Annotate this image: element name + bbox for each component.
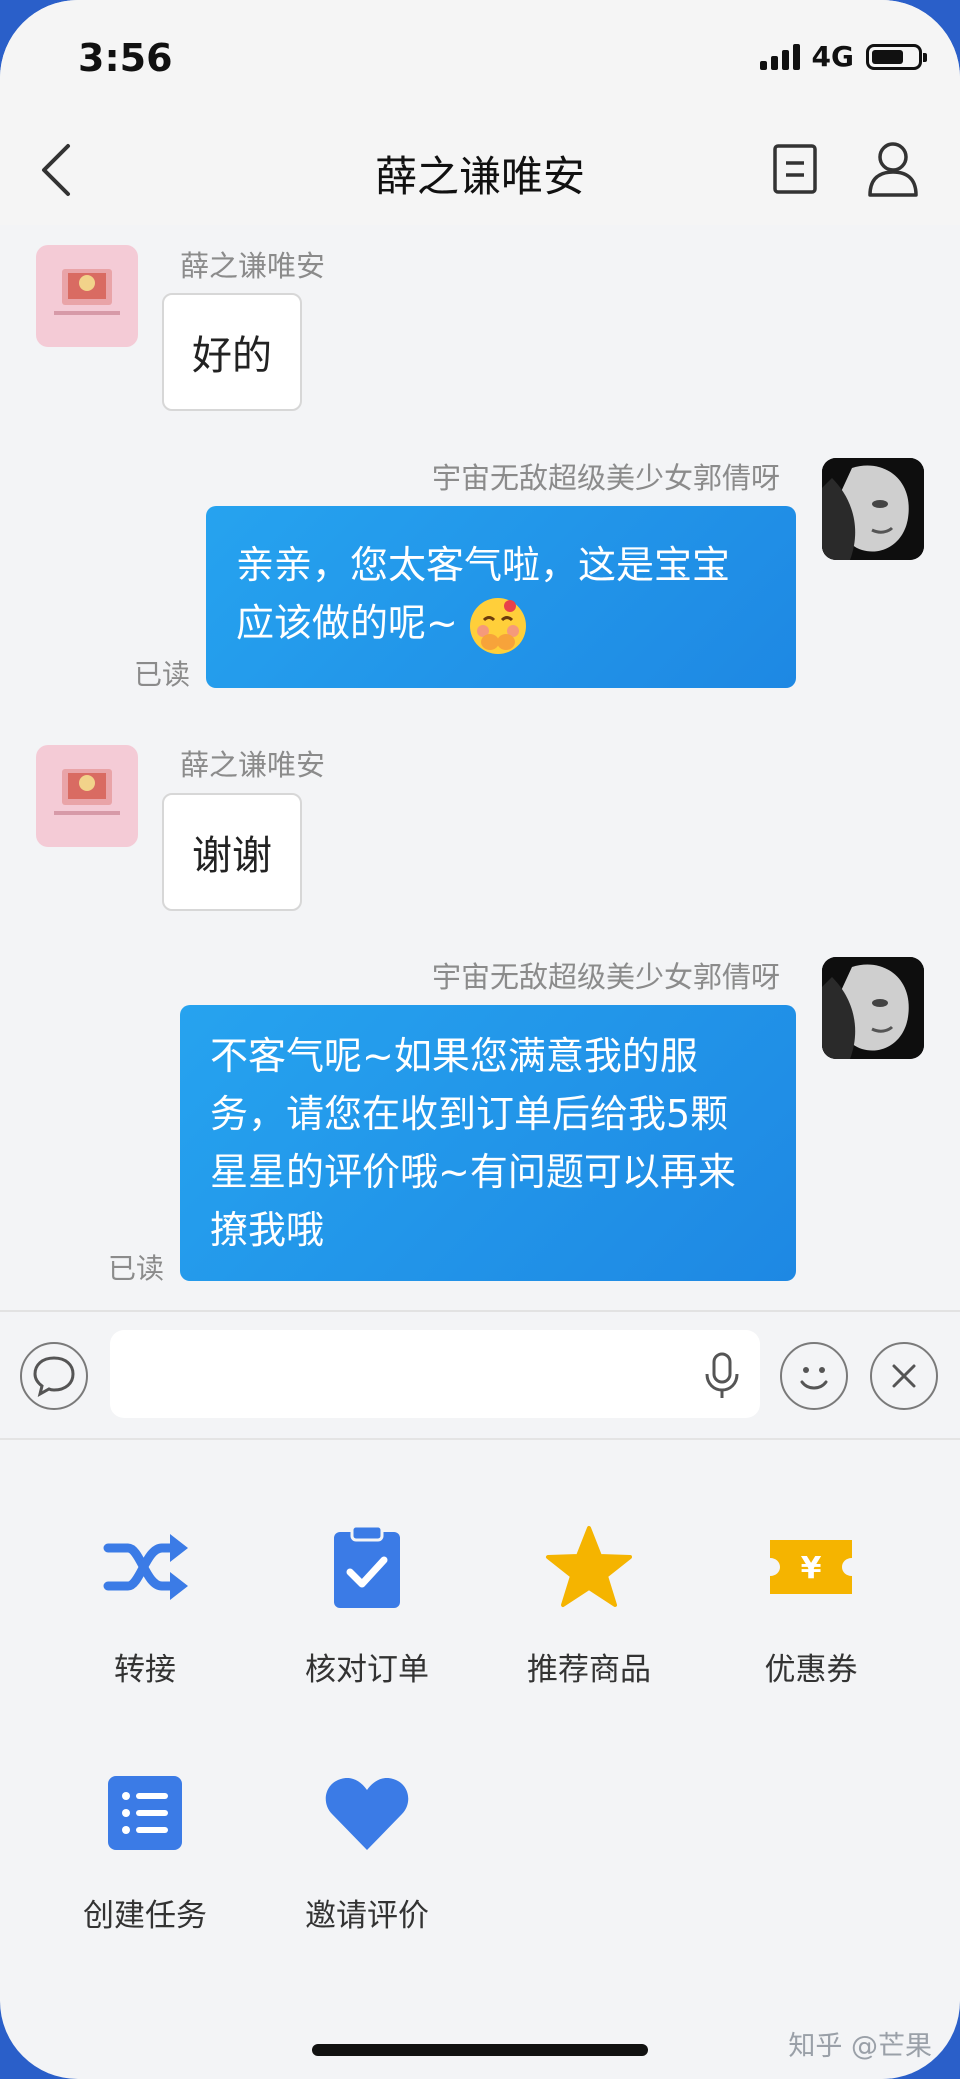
battery-fill — [872, 49, 903, 64]
tool-label: 邀请评价 — [305, 1898, 429, 1934]
user-profile-icon[interactable] — [866, 140, 920, 198]
transfer-icon — [103, 1534, 188, 1600]
incoming-message[interactable]: 好的 — [162, 293, 302, 411]
tool-label: 核对订单 — [305, 1652, 429, 1688]
home-indicator[interactable] — [312, 2044, 648, 2056]
status-icons: 4G — [759, 40, 927, 73]
tool-label: 转接 — [114, 1652, 176, 1688]
tool-recommend-product[interactable]: 推荐商品 — [489, 1522, 689, 1689]
agent-avatar[interactable] — [822, 458, 924, 560]
close-icon — [892, 1364, 916, 1388]
read-status: 已读 — [108, 1252, 165, 1285]
outgoing-message[interactable]: 不客气呢~如果您满意我的服务，请您在收到订单后给我5颗星星的评价哦~有问题可以再… — [180, 1005, 796, 1281]
heart-icon — [325, 1778, 409, 1850]
tool-label: 推荐商品 — [527, 1652, 651, 1688]
order-document-icon[interactable] — [772, 143, 818, 195]
sender-name: 薛之谦唯安 — [180, 249, 326, 283]
tool-check-order[interactable]: 核对订单 — [267, 1522, 467, 1689]
tool-label: 优惠券 — [764, 1652, 858, 1688]
panel-divider — [0, 1438, 960, 1440]
customer-avatar[interactable] — [36, 745, 138, 847]
coupon-icon: ¥ — [770, 1540, 852, 1594]
message-input[interactable] — [110, 1330, 760, 1418]
chat-thread: 薛之谦唯安 好的 宇宙无敌超级美少女郭倩呀 亲亲，您太客气啦，这是宝宝应该做的呢… — [0, 225, 960, 1310]
microphone-icon[interactable] — [702, 1352, 742, 1400]
outgoing-message[interactable]: 亲亲，您太客气啦，这是宝宝应该做的呢~ — [206, 506, 796, 688]
agent-avatar[interactable] — [822, 957, 924, 1059]
status-time: 3:56 — [78, 36, 173, 80]
phone-screen: 3:56 4G 薛之谦唯安 薛之谦唯安 好的 宇宙无敌超级美少女郭倩呀 亲亲，您… — [0, 0, 960, 2079]
tool-create-task[interactable]: 创建任务 — [45, 1768, 245, 1935]
input-bar — [0, 1310, 960, 1442]
clipboard-check-icon — [334, 1524, 400, 1608]
quick-reply-button[interactable] — [20, 1342, 88, 1410]
star-icon — [546, 1526, 632, 1607]
network-label: 4G — [811, 40, 854, 73]
battery-icon — [866, 43, 927, 70]
incoming-message[interactable]: 谢谢 — [162, 793, 302, 911]
chat-bubble-icon — [33, 1356, 75, 1397]
watermark: 知乎 @芒果 — [788, 2031, 932, 2062]
tool-coupon[interactable]: ¥ 优惠券 — [711, 1522, 911, 1689]
top-bar: 3:56 4G 薛之谦唯安 — [0, 0, 960, 225]
read-status: 已读 — [134, 658, 191, 691]
tool-label: 创建任务 — [83, 1898, 207, 1934]
close-panel-button[interactable] — [870, 1342, 938, 1410]
tool-invite-review[interactable]: 邀请评价 — [267, 1768, 467, 1935]
sender-name: 宇宙无敌超级美少女郭倩呀 — [431, 461, 780, 495]
signal-icon — [759, 43, 800, 70]
sender-name: 宇宙无敌超级美少女郭倩呀 — [431, 960, 780, 994]
hugging-face-emoji-icon — [469, 597, 526, 654]
emoji-button[interactable] — [780, 1342, 848, 1410]
customer-avatar[interactable] — [36, 245, 138, 347]
tool-transfer[interactable]: 转接 — [45, 1522, 245, 1689]
smiley-icon — [800, 1367, 828, 1390]
svg-text:¥: ¥ — [801, 1551, 822, 1586]
task-list-icon — [108, 1776, 182, 1850]
sender-name: 薛之谦唯安 — [180, 748, 326, 782]
